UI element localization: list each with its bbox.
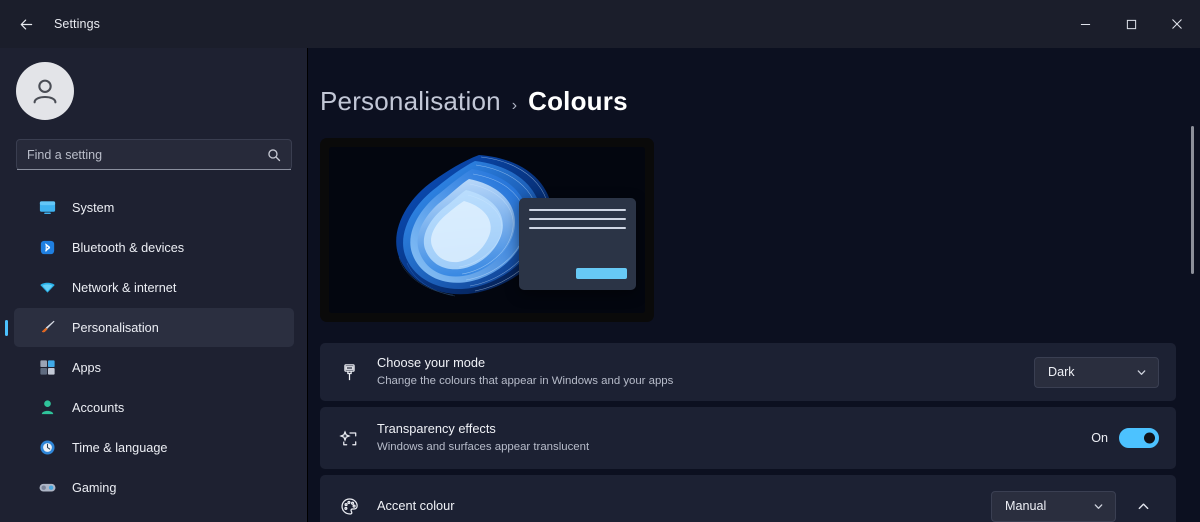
accent-colour-expander-button[interactable]	[1128, 491, 1159, 522]
page-title: Colours	[528, 86, 628, 116]
setting-title: Transparency effects	[377, 420, 496, 436]
wifi-icon	[38, 278, 57, 297]
setting-subtitle: Windows and surfaces appear translucent	[377, 441, 590, 454]
chevron-down-icon	[1136, 367, 1147, 378]
palette-icon	[337, 494, 361, 518]
preview-dialog	[519, 198, 636, 290]
setting-text: Choose your mode Change the colours that…	[377, 354, 1034, 391]
sidebar-item-accounts[interactable]: Accounts	[14, 388, 294, 427]
settings-window: Settings Find a setting System Bluetooth…	[0, 0, 1200, 522]
accent-colour-dropdown[interactable]: Manual	[991, 490, 1116, 522]
sidebar-nav: System Bluetooth & devices Network & int…	[0, 188, 308, 507]
toggle-state-label: On	[1091, 431, 1108, 445]
choose-mode-dropdown[interactable]: Dark	[1034, 356, 1159, 388]
user-avatar-icon	[33, 79, 57, 104]
dropdown-value: Dark	[1048, 365, 1075, 379]
back-arrow-icon	[20, 18, 32, 30]
maximize-icon	[1126, 19, 1136, 29]
setting-row-transparency-effects[interactable]: Transparency effects Windows and surface…	[320, 407, 1176, 469]
scrollbar-thumb[interactable]	[1191, 126, 1194, 274]
paintbrush-icon	[337, 360, 361, 384]
gamepad-icon	[38, 478, 57, 497]
sidebar-item-label: Network & internet	[72, 280, 177, 295]
preview-screen	[329, 147, 645, 313]
main-content: Personalisation › Colours Choose your mo…	[308, 48, 1200, 522]
content-inner: Personalisation › Colours Choose your mo…	[308, 48, 1200, 522]
content-scrollbar[interactable]	[1189, 52, 1197, 518]
avatar[interactable]	[16, 62, 74, 120]
setting-text: Transparency effects Windows and surface…	[377, 420, 1091, 457]
dropdown-value: Manual	[1005, 499, 1047, 513]
setting-control: Manual	[991, 490, 1159, 522]
settings-list: Choose your mode Change the colours that…	[320, 343, 1176, 522]
breadcrumb-parent[interactable]: Personalisation	[320, 86, 501, 117]
chevron-right-icon: ›	[511, 97, 518, 114]
sidebar-item-personalisation[interactable]: Personalisation	[5, 308, 294, 347]
search-input[interactable]	[27, 147, 267, 162]
minimize-icon	[1080, 23, 1090, 25]
setting-title: Choose your mode	[377, 354, 486, 370]
setting-control: On	[1091, 428, 1159, 448]
minimize-button[interactable]	[1062, 0, 1108, 48]
paintbrush-icon	[38, 318, 57, 337]
selection-indicator	[5, 319, 8, 336]
sidebar-item-bluetooth-devices[interactable]: Bluetooth & devices	[14, 228, 294, 267]
preview-accent-button	[575, 267, 627, 279]
transparency-toggle-group[interactable]: On	[1091, 428, 1159, 448]
preview-line	[529, 227, 626, 230]
bluetooth-icon	[38, 238, 57, 257]
sidebar-item-apps[interactable]: Apps	[14, 348, 294, 387]
apps-icon	[38, 358, 57, 377]
chevron-down-icon	[1093, 501, 1104, 512]
sidebar-item-label: Bluetooth & devices	[72, 240, 185, 255]
sidebar: System Bluetooth & devices Network & int…	[0, 48, 308, 522]
colour-theme-preview	[320, 138, 654, 322]
breadcrumb: Personalisation › Colours	[320, 86, 1170, 117]
clock-icon	[38, 438, 57, 457]
setting-title: Accent colour	[377, 497, 455, 513]
setting-row-choose-your-mode[interactable]: Choose your mode Change the colours that…	[320, 343, 1176, 401]
sidebar-item-gaming[interactable]: Gaming	[14, 468, 294, 507]
sidebar-item-label: Accounts	[72, 400, 125, 415]
sidebar-item-label: Apps	[72, 360, 101, 375]
setting-control: Dark	[1034, 356, 1159, 388]
sidebar-item-time-language[interactable]: Time & language	[14, 428, 294, 467]
setting-subtitle: Change the colours that appear in Window…	[377, 375, 674, 388]
system-icon	[38, 198, 57, 217]
search-box[interactable]	[16, 139, 292, 170]
close-icon	[1172, 19, 1182, 29]
toggle-knob	[1144, 432, 1155, 444]
preview-line	[529, 218, 626, 221]
window-body: System Bluetooth & devices Network & int…	[0, 48, 1200, 522]
chevron-up-icon	[1138, 502, 1149, 509]
sidebar-item-network-internet[interactable]: Network & internet	[14, 268, 294, 307]
search-icon[interactable]	[267, 148, 281, 162]
accounts-icon	[38, 398, 57, 417]
setting-row-accent-colour[interactable]: Accent colour Manual	[320, 475, 1176, 522]
sidebar-item-label: Personalisation	[72, 320, 159, 335]
title-bar: Settings	[0, 0, 1200, 48]
close-button[interactable]	[1154, 0, 1200, 48]
back-button[interactable]	[6, 8, 46, 40]
sidebar-item-label: System	[72, 200, 115, 215]
preview-line	[529, 209, 626, 212]
sidebar-item-label: Gaming	[72, 480, 117, 495]
avatar-container[interactable]	[0, 48, 308, 120]
transparency-toggle[interactable]	[1119, 428, 1159, 448]
maximize-button[interactable]	[1108, 0, 1154, 48]
window-title: Settings	[54, 17, 100, 31]
sidebar-item-label: Time & language	[72, 440, 168, 455]
sidebar-item-system[interactable]: System	[14, 188, 294, 227]
transparency-icon	[337, 426, 361, 450]
setting-text: Accent colour	[377, 497, 991, 516]
